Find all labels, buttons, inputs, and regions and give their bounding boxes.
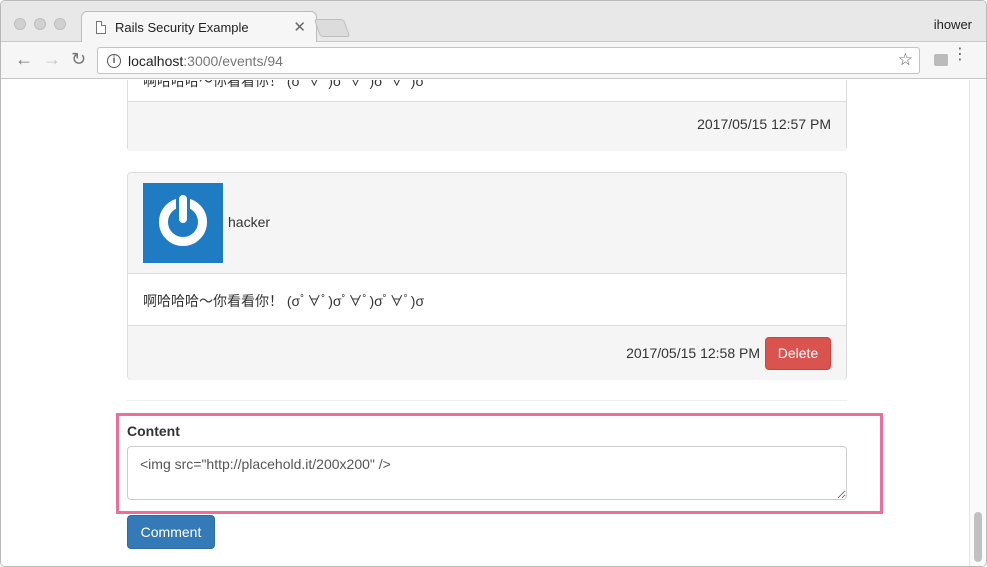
content-label: Content — [127, 423, 180, 439]
divider — [127, 400, 847, 401]
minimize-window-button[interactable] — [34, 18, 46, 30]
comment-footer: 2017/05/15 12:57 PM — [128, 101, 846, 151]
menu-dots-icon[interactable]: ⋮ — [952, 47, 968, 63]
extension-icon[interactable] — [934, 54, 948, 66]
content-textarea[interactable]: <img src="http://placehold.it/200x200" /… — [127, 446, 847, 500]
address-bar[interactable]: i localhost:3000/events/94 ☆ — [97, 47, 920, 74]
bookmark-star-icon[interactable]: ☆ — [898, 50, 913, 70]
maximize-window-button[interactable] — [54, 18, 66, 30]
reload-icon[interactable]: ↻ — [71, 50, 86, 68]
page-content: 啊哈哈哈～你看看你！ (σﾟ∀ﾟ)σﾟ∀ﾟ)σﾟ∀ﾟ)σ 2017/05/15 … — [1, 80, 969, 566]
comment-footer: 2017/05/15 12:58 PM Delete — [128, 325, 846, 380]
close-window-button[interactable] — [14, 18, 26, 30]
browser-toolbar: ← → ↻ i localhost:3000/events/94 ☆ ⋮ — [1, 42, 986, 79]
url-text[interactable]: localhost:3000/events/94 — [128, 53, 283, 69]
comment-panel: 啊哈哈哈～你看看你！ (σﾟ∀ﾟ)σﾟ∀ﾟ)σﾟ∀ﾟ)σ 2017/05/15 … — [127, 80, 847, 151]
comment-panel: hacker 啊哈哈哈～你看看你！ (σﾟ∀ﾟ)σﾟ∀ﾟ)σﾟ∀ﾟ)σ 2017… — [127, 172, 847, 380]
back-arrow-icon[interactable]: ← — [15, 50, 33, 68]
comment-header: hacker — [128, 173, 846, 274]
scrollbar-thumb[interactable] — [974, 512, 982, 562]
comment-timestamp: 2017/05/15 12:58 PM — [626, 345, 760, 361]
url-host: localhost — [128, 53, 184, 69]
tab-title: Rails Security Example — [115, 20, 249, 35]
info-icon[interactable]: i — [107, 54, 121, 68]
comment-text: 啊哈哈哈～你看看你！ (σﾟ∀ﾟ)σﾟ∀ﾟ)σﾟ∀ﾟ)σ — [143, 80, 425, 89]
delete-button[interactable]: Delete — [765, 337, 831, 370]
browser-window: Rails Security Example ✕ ihower ← → ↻ i … — [0, 0, 987, 567]
browser-tab[interactable]: Rails Security Example ✕ — [81, 11, 317, 42]
comment-timestamp: 2017/05/15 12:57 PM — [697, 116, 831, 132]
vertical-scrollbar[interactable] — [969, 80, 985, 566]
page-icon — [96, 21, 106, 34]
comment-submit-button[interactable]: Comment — [127, 515, 215, 549]
power-bar-icon — [179, 195, 187, 223]
profile-name[interactable]: ihower — [934, 17, 972, 32]
url-path: :3000/events/94 — [183, 53, 283, 69]
forward-arrow-icon[interactable]: → — [43, 50, 61, 68]
comment-author: hacker — [228, 214, 271, 230]
avatar — [143, 183, 223, 263]
new-tab-button[interactable] — [313, 19, 351, 37]
comment-text: 啊哈哈哈～你看看你！ (σﾟ∀ﾟ)σﾟ∀ﾟ)σﾟ∀ﾟ)σ — [143, 293, 425, 309]
tab-close-icon[interactable]: ✕ — [293, 18, 306, 36]
title-bar: Rails Security Example ✕ ihower — [1, 1, 986, 42]
